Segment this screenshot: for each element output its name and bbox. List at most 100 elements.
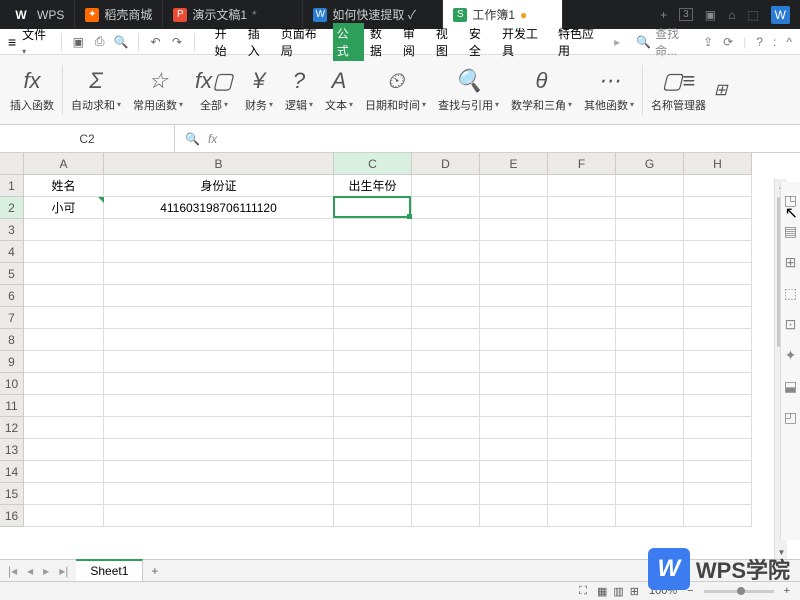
tool-自动求和[interactable]: Σ自动求和▾ [65,60,127,120]
tool-日期和时间[interactable]: ⏲日期和时间▾ [359,60,432,120]
cell-A10[interactable] [24,373,104,395]
cells-area[interactable]: 姓名身份证出生年份小可411603198706111120 [24,175,752,527]
cell-D14[interactable] [412,461,480,483]
cell-H14[interactable] [684,461,752,483]
cell-B13[interactable] [104,439,334,461]
view-normal-icon[interactable]: ▦ [597,585,607,598]
cell-C12[interactable] [334,417,412,439]
print-icon[interactable]: ⎙ [91,33,108,51]
cell-H15[interactable] [684,483,752,505]
ribbon-tab-6[interactable]: 视图 [432,23,463,61]
cell-F11[interactable] [548,395,616,417]
collapse-ribbon-icon[interactable]: : [773,35,776,49]
cell-D3[interactable] [412,219,480,241]
row-header-8[interactable]: 8 [0,329,24,351]
cell-D16[interactable] [412,505,480,527]
cell-A16[interactable] [24,505,104,527]
row-header-6[interactable]: 6 [0,285,24,307]
cell-B15[interactable] [104,483,334,505]
cell-F5[interactable] [548,263,616,285]
col-header-D[interactable]: D [412,153,480,175]
cell-G11[interactable] [616,395,684,417]
ribbon-tab-3[interactable]: 公式 [333,23,364,61]
panel-icon-8[interactable]: ◰ [784,409,797,426]
redo-icon[interactable]: ↷ [168,33,185,51]
sync-icon[interactable]: ⟳ [723,35,733,49]
ribbon-tab-5[interactable]: 审阅 [399,23,430,61]
cell-D5[interactable] [412,263,480,285]
cell-F7[interactable] [548,307,616,329]
col-header-H[interactable]: H [684,153,752,175]
tool-文本[interactable]: A文本▾ [319,60,359,120]
tool-插入函数[interactable]: fx插入函数 [4,60,60,120]
cell-H2[interactable] [684,197,752,219]
row-header-11[interactable]: 11 [0,395,24,417]
cell-G6[interactable] [616,285,684,307]
save-icon[interactable]: ▣ [70,33,87,51]
tool-常用函数[interactable]: ☆常用函数▾ [127,60,189,120]
cell-E13[interactable] [480,439,548,461]
cell-F16[interactable] [548,505,616,527]
cell-C13[interactable] [334,439,412,461]
sheet-tab-active[interactable]: Sheet1 [76,559,143,581]
panel-icon-1[interactable]: ◳ [784,192,797,209]
cell-C2[interactable] [334,197,412,219]
row-header-16[interactable]: 16 [0,505,24,527]
cell-F6[interactable] [548,285,616,307]
cell-G16[interactable] [616,505,684,527]
row-header-1[interactable]: 1 [0,175,24,197]
formula-input[interactable] [225,132,625,146]
cell-D8[interactable] [412,329,480,351]
cell-G8[interactable] [616,329,684,351]
cell-E15[interactable] [480,483,548,505]
cell-G15[interactable] [616,483,684,505]
cell-D4[interactable] [412,241,480,263]
cell-F10[interactable] [548,373,616,395]
cell-C4[interactable] [334,241,412,263]
cell-D6[interactable] [412,285,480,307]
cell-H16[interactable] [684,505,752,527]
cell-F8[interactable] [548,329,616,351]
row-header-14[interactable]: 14 [0,461,24,483]
cell-F2[interactable] [548,197,616,219]
panel-icon-4[interactable]: ⬚ [784,285,797,302]
cell-B14[interactable] [104,461,334,483]
cell-D15[interactable] [412,483,480,505]
cell-F15[interactable] [548,483,616,505]
cell-E14[interactable] [480,461,548,483]
cell-A11[interactable] [24,395,104,417]
cell-D1[interactable] [412,175,480,197]
add-sheet-button[interactable]: + [143,564,166,578]
cell-C11[interactable] [334,395,412,417]
cell-F3[interactable] [548,219,616,241]
cell-G9[interactable] [616,351,684,373]
cell-E16[interactable] [480,505,548,527]
row-header-4[interactable]: 4 [0,241,24,263]
ribbon-tab-9[interactable]: 特色应用 [554,23,608,61]
tool-逻辑[interactable]: ?逻辑▾ [279,60,319,120]
cell-D13[interactable] [412,439,480,461]
view-break-icon[interactable]: ⊞ [630,585,639,598]
new-tab-button[interactable]: + [660,8,667,22]
cell-B8[interactable] [104,329,334,351]
cell-B1[interactable]: 身份证 [104,175,334,197]
sheet-next-icon[interactable]: ▸ [39,564,53,578]
name-box[interactable]: C2 [0,125,175,152]
expand-icon[interactable]: ⛶ [579,585,587,598]
cell-C6[interactable] [334,285,412,307]
ribbon-tab-0[interactable]: 开始 [211,23,242,61]
cell-H11[interactable] [684,395,752,417]
ribbon-tab-7[interactable]: 安全 [465,23,496,61]
cell-G5[interactable] [616,263,684,285]
tool-名称管理器[interactable]: ▢≡名称管理器 [645,60,712,120]
cell-D10[interactable] [412,373,480,395]
tool-财务[interactable]: ¥财务▾ [239,60,279,120]
cell-C5[interactable] [334,263,412,285]
sheet-prev-icon[interactable]: ◂ [23,564,37,578]
row-header-7[interactable]: 7 [0,307,24,329]
row-header-5[interactable]: 5 [0,263,24,285]
cell-H4[interactable] [684,241,752,263]
ribbon-toggle-icon[interactable]: ^ [786,35,792,49]
cell-H9[interactable] [684,351,752,373]
wps-account-icon[interactable]: W [771,6,790,24]
